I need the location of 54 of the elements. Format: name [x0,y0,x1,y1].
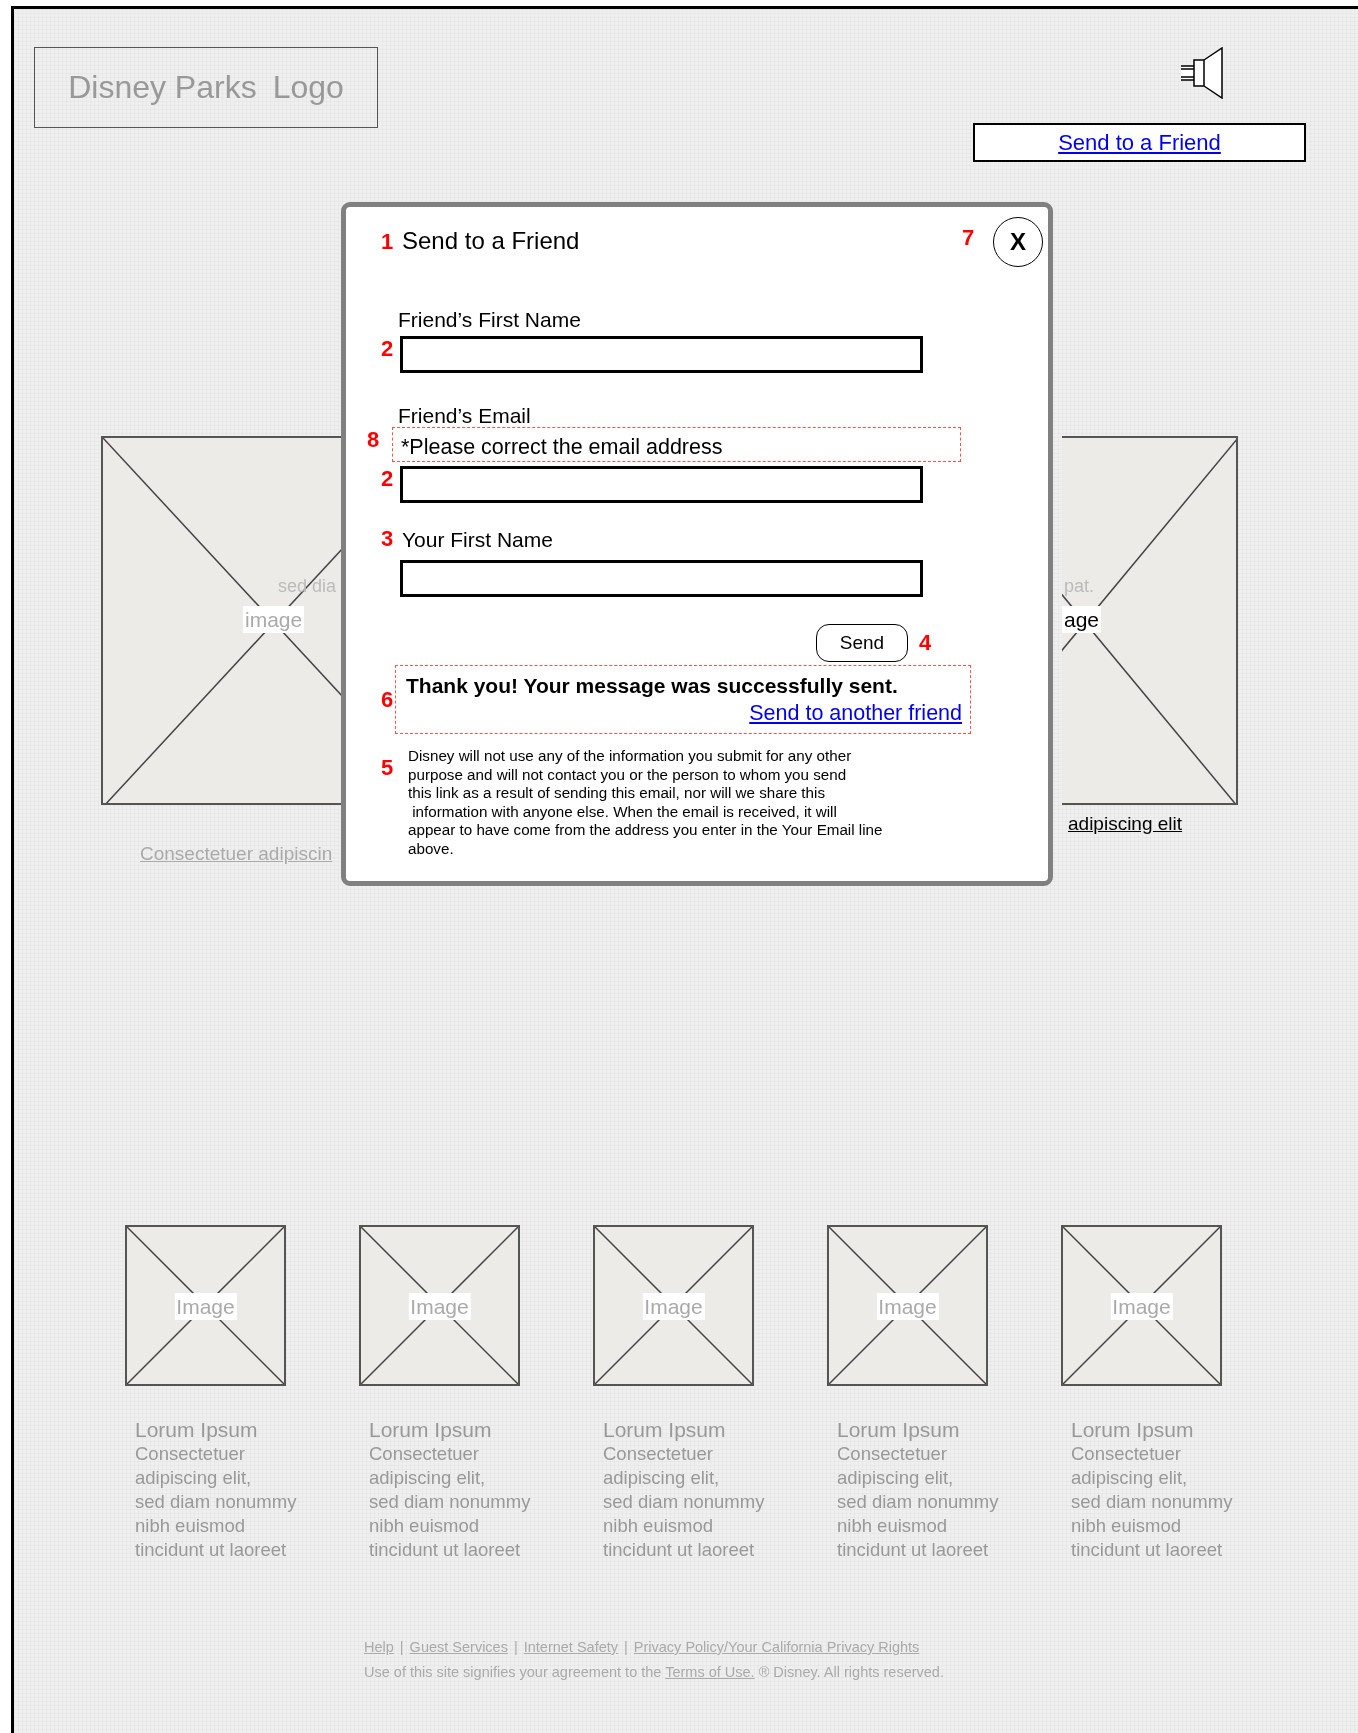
card-title: Lorum Ipsum [369,1418,492,1442]
caption-link[interactable]: adipiscing elit [1068,813,1183,835]
annotation-marker: 2 [379,466,395,492]
card-title: Lorum Ipsum [1071,1418,1194,1442]
footer-link[interactable]: Guest Services [409,1639,508,1655]
card-title: Lorum Ipsum [603,1418,726,1442]
footer-link[interactable]: Privacy Policy/Your California Privacy Rights [633,1639,920,1655]
card-title: Lorum Ipsum [837,1418,960,1442]
input-field[interactable] [400,466,923,503]
image-label: age [1062,606,1102,633]
send-to-friend-button[interactable]: Send to a Friend [973,123,1306,162]
logo-label: Logo [272,69,344,106]
footer-link[interactable]: Internet Safety [523,1639,619,1655]
card-text: Consectetuer adipiscing elit, sed diam nonummy nibh euismod tincidunt ut laoreet [837,1442,999,1562]
image-label: Image [642,1293,705,1320]
input-field[interactable] [400,336,923,373]
annotation-marker: 7 [960,225,976,251]
annotation-marker: 8 [365,427,381,453]
annotation-marker: 3 [379,526,395,552]
footer-notice: Use of this site signifies your agreement to the Terms of Use. ® Disney. All rights reserved. [364,1664,945,1680]
footer-link[interactable]: Help [364,1639,394,1655]
send-another-link[interactable]: Send to another friend [749,701,962,726]
image-label: Image [1110,1293,1173,1320]
card-title: Lorum Ipsum [135,1418,258,1442]
card-text: Consectetuer adipiscing elit, sed diam nonummy nibh euismod tincidunt ut laoreet [135,1442,297,1562]
close-button[interactable]: X [993,217,1043,267]
annotation-marker: 5 [379,755,395,781]
dialog-title: Send to a Friend [402,227,581,255]
separator-text: | [399,1639,404,1655]
terms-link[interactable]: Terms of Use. [665,1664,755,1680]
send-button[interactable]: Send [816,624,908,662]
image-label: Image [408,1293,471,1320]
card-text: Consectetuer adipiscing elit, sed diam nonummy nibh euismod tincidunt ut laoreet [1071,1442,1233,1562]
field-label: Friend’s First Name [398,308,582,332]
field-label: Your First Name [402,528,553,552]
caption-link[interactable]: Consectetuer adipiscin [140,843,333,865]
card-text: Consectetuer adipiscing elit, sed diam nonummy nibh euismod tincidunt ut laoreet [603,1442,765,1562]
annotation-marker: 6 [379,686,395,713]
card-text: Consectetuer adipiscing elit, sed diam nonummy nibh euismod tincidunt ut laoreet [369,1442,531,1562]
success-message: Thank you! Your message was successfully sent. [406,674,898,698]
image-label: Image [174,1293,237,1320]
image-label: Image [876,1293,939,1320]
annotation-marker: 2 [379,336,395,362]
field-label: Friend’s Email [398,404,532,428]
annotation-marker: 1 [379,229,395,255]
separator-text: | [624,1639,628,1655]
annotation-marker: 4 [917,630,933,656]
separator-text: | [513,1639,518,1655]
speaker-icon[interactable] [1180,47,1224,99]
image-label: image [243,606,305,633]
brand-text: Disney Parks [68,69,257,106]
disclaimer-text: Disney will not use any of the information you submit for any other purpose and will not contact you or the person to whom you send this link as a result of sending this email, nor will we share this information with anyone else. When the email is received, it will appear to have come from the address you enter in the Your Email line above. [408,747,883,859]
error-message: *Please correct the email address [392,427,961,462]
input-field[interactable] [400,560,923,597]
